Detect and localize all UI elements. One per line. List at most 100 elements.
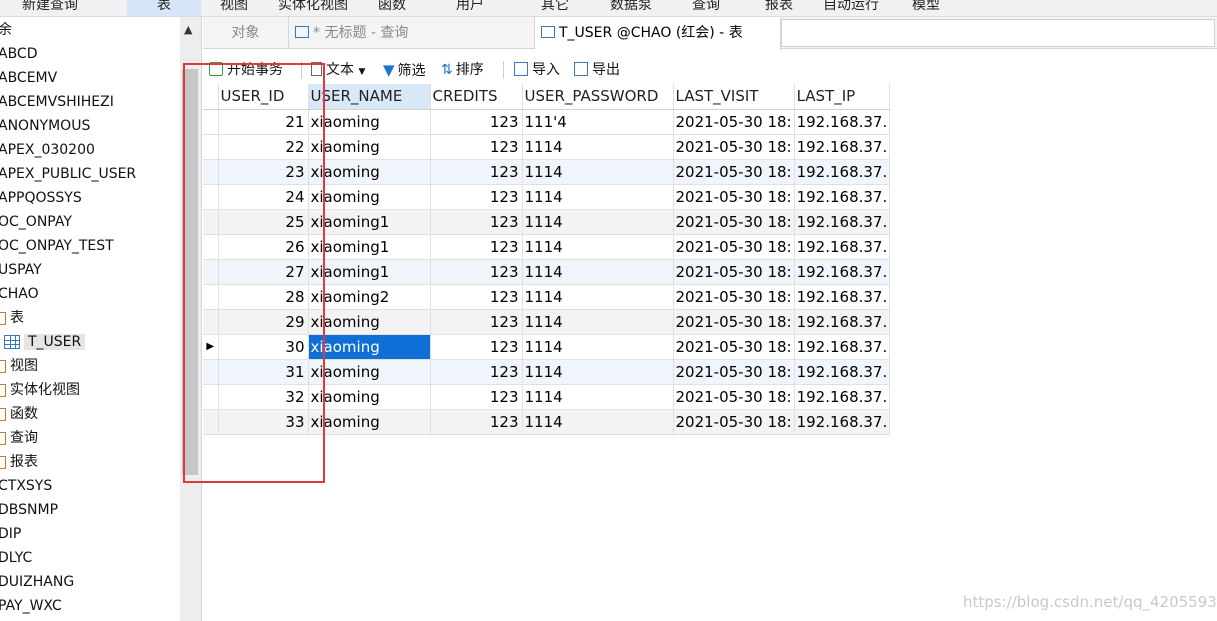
import-button[interactable]: 导入 [514,59,560,81]
filter-button[interactable]: ▼ 筛选 [383,59,426,81]
table-cell[interactable]: 1114 [522,159,674,185]
table-cell[interactable]: xiaoming1 [308,209,431,235]
table-cell[interactable]: 2021-05-30 18: [673,159,795,185]
table-cell[interactable]: xiaoming [308,359,431,385]
table-cell[interactable]: 1114 [522,134,674,160]
tree-node[interactable]: APPQOSSYS [0,186,82,210]
tree-node[interactable]: OC_ONPAY_TEST [0,234,114,258]
tree-node[interactable]: 实体化视图 [0,378,80,402]
table-cell[interactable]: xiaoming [308,309,431,335]
table-cell[interactable]: xiaoming1 [308,234,431,260]
tree-node[interactable]: 函数 [0,402,38,426]
tree-node[interactable]: ANONYMOUS [0,114,90,138]
table-cell[interactable]: xiaoming [308,109,431,135]
table-cell[interactable]: xiaoming [308,159,431,185]
table-cell[interactable]: xiaoming [308,409,431,435]
table-cell[interactable]: 192.168.37. [794,334,891,360]
table-cell[interactable]: 192.168.37. [794,409,891,435]
menu-item[interactable]: 自动运行 [823,0,879,16]
table-cell[interactable]: 1114 [522,234,674,260]
column-header[interactable]: LAST_VISIT [673,84,795,110]
tree-node[interactable]: OC_ONPAY [0,210,72,234]
table-cell[interactable]: 2021-05-30 18: [673,184,795,210]
tree-node[interactable]: DUIZHANG [0,570,74,594]
tree-node[interactable]: DIP [0,522,21,546]
column-header[interactable]: USER_NAME [308,84,431,110]
tree-node[interactable]: DLYC [0,546,32,570]
table-cell[interactable]: 2021-05-30 18: [673,109,795,135]
table-cell[interactable]: 123 [430,409,523,435]
table-cell[interactable]: 1114 [522,309,674,335]
table-cell[interactable]: 192.168.37. [794,134,891,160]
tab-t-user-table[interactable]: T_USER @CHAO (红会) - 表 [535,17,781,50]
table-cell[interactable]: 2021-05-30 18: [673,284,795,310]
table-cell[interactable]: 1114 [522,384,674,410]
menu-item[interactable]: 模型 [912,0,940,16]
menu-item[interactable]: 报表 [765,0,793,16]
export-button[interactable]: 导出 [574,59,620,81]
menu-item[interactable]: 实体化视图 [278,0,348,16]
table-cell[interactable]: 1114 [522,359,674,385]
menu-item[interactable]: 查询 [692,0,720,16]
table-cell[interactable]: 192.168.37. [794,184,891,210]
table-cell[interactable]: 192.168.37. [794,109,891,135]
tree-node[interactable]: PAY_WXC [0,594,62,618]
tree-node[interactable]: APEX_PUBLIC_USER [0,162,136,186]
table-cell[interactable]: 1114 [522,184,674,210]
menu-item[interactable]: 其它 [541,0,569,16]
menu-item[interactable]: 数据泵 [610,0,652,16]
column-header[interactable]: USER_PASSWORD [522,84,674,110]
table-cell[interactable]: 123 [430,259,523,285]
table-cell[interactable]: xiaoming2 [308,284,431,310]
tree-node[interactable]: CTXSYS [0,474,52,498]
table-cell[interactable]: 123 [430,284,523,310]
table-cell[interactable]: 192.168.37. [794,209,891,235]
table-cell[interactable]: 2021-05-30 18: [673,409,795,435]
table-cell[interactable]: xiaoming1 [308,259,431,285]
table-cell[interactable]: 2021-05-30 18: [673,309,795,335]
table-cell[interactable]: 123 [430,234,523,260]
tree-node[interactable]: 查询 [0,426,38,450]
tree-node[interactable]: T_USER [4,330,86,354]
table-cell[interactable]: 123 [430,359,523,385]
table-cell[interactable]: 192.168.37. [794,259,891,285]
tree-node[interactable]: 余 [0,18,12,42]
table-cell[interactable]: 123 [430,159,523,185]
table-cell[interactable]: 123 [430,309,523,335]
table-cell[interactable]: 2021-05-30 18: [673,209,795,235]
table-cell[interactable]: 2021-05-30 18: [673,259,795,285]
table-cell[interactable]: 1114 [522,409,674,435]
tree-node[interactable]: ABCEMV [0,66,57,90]
table-cell[interactable]: 123 [430,109,523,135]
tree-node[interactable]: 表 [0,306,24,330]
menu-item[interactable]: 用户 [456,0,484,16]
menu-item[interactable]: 函数 [378,0,406,16]
table-cell[interactable]: xiaoming [308,384,431,410]
tree-node[interactable]: CHAO [0,282,39,306]
table-cell[interactable]: 1114 [522,209,674,235]
tree-node[interactable]: ABCD [0,42,38,66]
tab-objects[interactable]: 对象 [203,17,289,49]
table-cell[interactable]: 2021-05-30 18: [673,334,795,360]
scroll-up-arrow-icon[interactable]: ▲ [184,23,192,36]
table-cell[interactable]: 192.168.37. [794,159,891,185]
table-cell[interactable]: xiaoming [308,134,431,160]
table-cell[interactable]: 192.168.37. [794,384,891,410]
menu-item[interactable]: 新建查询 [22,0,78,16]
table-cell[interactable]: 1114 [522,334,674,360]
table-cell[interactable]: 1114 [522,284,674,310]
tree-node[interactable]: 报表 [0,450,38,474]
table-cell[interactable]: 2021-05-30 18: [673,234,795,260]
table-cell[interactable]: 123 [430,134,523,160]
table-cell[interactable]: 2021-05-30 18: [673,134,795,160]
tree-node[interactable]: APEX_030200 [0,138,95,162]
table-cell[interactable]: xiaoming [308,184,431,210]
tree-node[interactable]: ABCEMVSHIHEZI [0,90,114,114]
tree-node[interactable]: USPAY [0,258,42,282]
table-cell[interactable]: 123 [430,184,523,210]
table-cell[interactable]: xiaoming [308,334,431,360]
sort-button[interactable]: ⇅ 排序 [441,59,484,81]
table-cell[interactable]: 2021-05-30 18: [673,359,795,385]
table-cell[interactable]: 192.168.37. [794,234,891,260]
tree-node[interactable]: 视图 [0,354,38,378]
